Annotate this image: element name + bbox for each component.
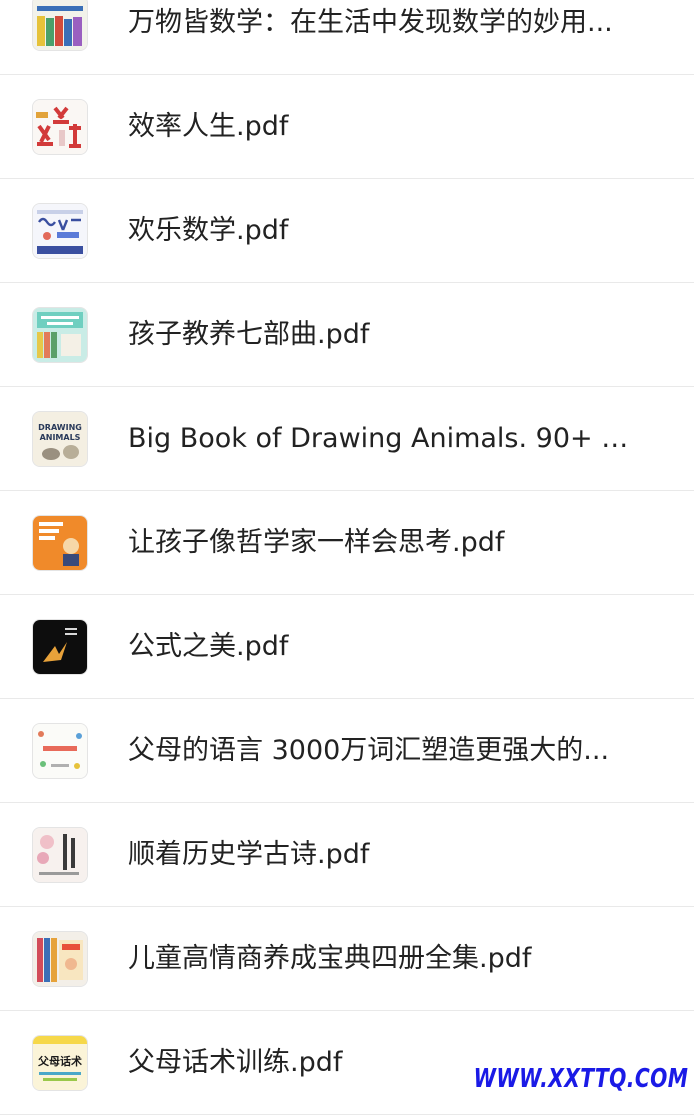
book-cover-eq-handbook-icon bbox=[33, 932, 87, 986]
book-cover-philosopher-icon bbox=[33, 516, 87, 570]
file-row[interactable]: DRAWING ANIMALS Big Book of Drawing Anim… bbox=[0, 387, 694, 491]
book-cover-parenting-seven-icon bbox=[33, 308, 87, 362]
svg-text:DRAWING: DRAWING bbox=[38, 423, 82, 432]
book-cover-parents-language-icon bbox=[33, 724, 87, 778]
file-name: 儿童高情商养成宝典四册全集.pdf bbox=[128, 943, 532, 974]
book-cover-parent-talk-icon: 父母话术 bbox=[33, 1036, 87, 1090]
file-name: Big Book of Drawing Animals. 90+ Do... bbox=[128, 423, 648, 454]
file-name: 万物皆数学：在生活中发现数学的妙用... bbox=[128, 7, 613, 38]
book-cover-formula-beauty-icon bbox=[33, 620, 87, 674]
file-row[interactable]: 万物皆数学：在生活中发现数学的妙用... bbox=[0, 0, 694, 75]
file-row[interactable]: 公式之美.pdf bbox=[0, 595, 694, 699]
file-name: 效率人生.pdf bbox=[128, 111, 289, 142]
file-row[interactable]: 父母话术 父母话术训练.pdf bbox=[0, 1011, 694, 1115]
file-row[interactable]: 父母的语言 3000万词汇塑造更强大的... bbox=[0, 699, 694, 803]
file-name: 让孩子像哲学家一样会思考.pdf bbox=[128, 527, 505, 558]
file-row[interactable]: 顺着历史学古诗.pdf bbox=[0, 803, 694, 907]
file-row[interactable]: 效率人生.pdf bbox=[0, 75, 694, 179]
book-cover-math-everywhere-icon bbox=[33, 0, 87, 50]
svg-text:父母话术: 父母话术 bbox=[37, 1054, 82, 1068]
book-cover-history-poems-icon bbox=[33, 828, 87, 882]
file-name: 父母的语言 3000万词汇塑造更强大的... bbox=[128, 735, 610, 766]
file-name: 孩子教养七部曲.pdf bbox=[128, 319, 370, 350]
book-cover-efficient-life-icon bbox=[33, 100, 87, 154]
watermark-text: WWW.XXTTQ.COM bbox=[473, 1064, 688, 1094]
svg-text:ANIMALS: ANIMALS bbox=[40, 433, 81, 442]
file-row[interactable]: 孩子教养七部曲.pdf bbox=[0, 283, 694, 387]
file-row[interactable]: 让孩子像哲学家一样会思考.pdf bbox=[0, 491, 694, 595]
file-list: 万物皆数学：在生活中发现数学的妙用... 效率人生.pdf 欢乐数学.pdf 孩… bbox=[0, 0, 694, 1115]
file-name: 公式之美.pdf bbox=[128, 631, 289, 662]
file-row[interactable]: 儿童高情商养成宝典四册全集.pdf bbox=[0, 907, 694, 1011]
file-row[interactable]: 欢乐数学.pdf bbox=[0, 179, 694, 283]
file-name: 欢乐数学.pdf bbox=[128, 215, 289, 246]
book-cover-happy-math-icon bbox=[33, 204, 87, 258]
book-cover-drawing-animals-icon: DRAWING ANIMALS bbox=[33, 412, 87, 466]
file-name: 顺着历史学古诗.pdf bbox=[128, 839, 370, 870]
